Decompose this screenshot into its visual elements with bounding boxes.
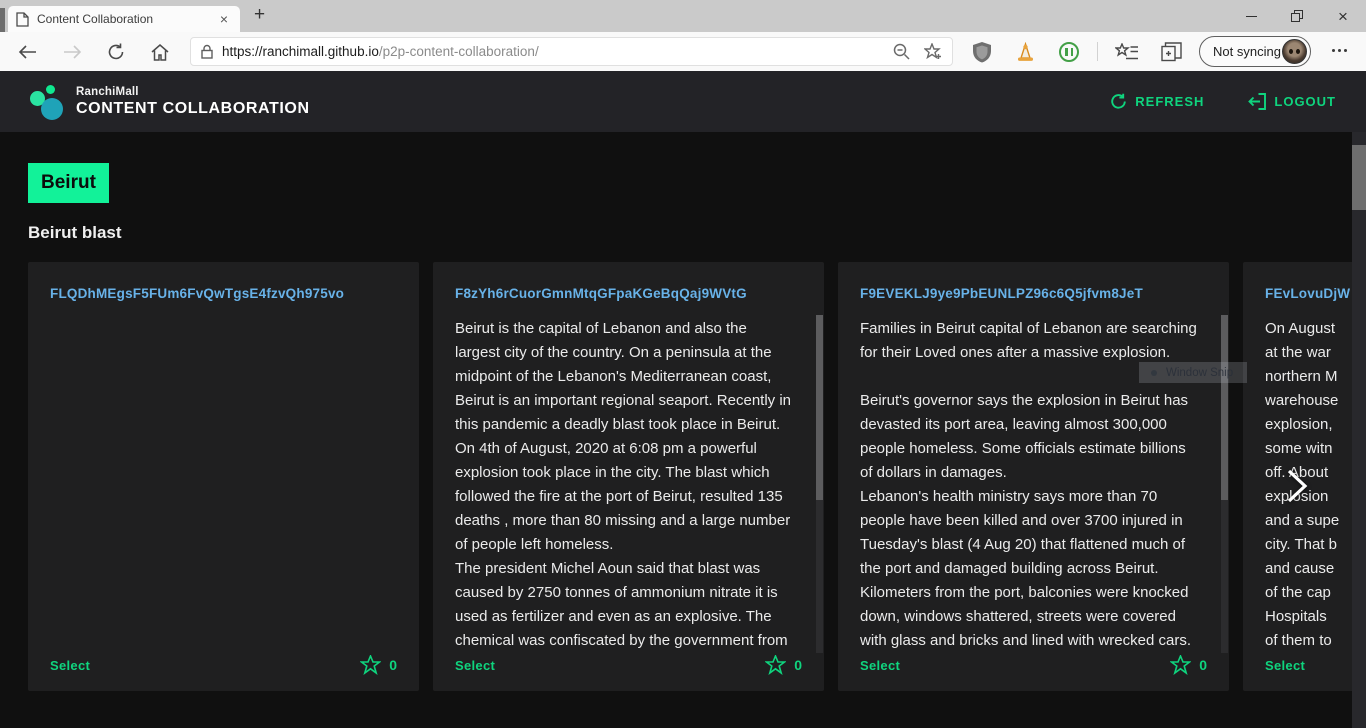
star-rating[interactable]: 0 [360,655,397,675]
address-bar[interactable]: https://ranchimall.github.io/p2p-content… [190,37,953,66]
profile-label: Not syncing [1213,44,1281,59]
refresh-button[interactable]: REFRESH [1110,93,1204,110]
topic-subtitle: Beirut blast [28,223,122,243]
restore-button[interactable] [1274,0,1320,32]
profile-avatar [1282,39,1307,64]
star-count: 0 [794,657,802,673]
topic-chip: Beirut [28,163,109,203]
minimize-button[interactable] [1228,0,1274,32]
new-tab-button[interactable]: + [254,4,265,26]
browser-toolbar: https://ranchimall.github.io/p2p-content… [0,32,1366,71]
content-id[interactable]: F8zYh6rCuorGmnMtqGFpaKGeBqQaj9WVtG [455,286,802,301]
extension-pause-icon[interactable] [1059,42,1079,62]
browser-tab[interactable]: Content Collaboration × [8,6,240,32]
page-content: RanchiMall CONTENT COLLABORATION REFRESH… [0,71,1366,728]
card-scrollbar[interactable] [816,315,823,653]
close-window-button[interactable]: × [1320,0,1366,32]
content-body[interactable]: On August at the war northern M warehous… [1265,317,1366,653]
refresh-icon [1110,93,1127,110]
collections-icon[interactable] [1159,40,1183,64]
card-scrollbar-thumb[interactable] [1221,315,1228,500]
card-footer: Select 0 [50,651,397,679]
url-host: https://ranchimall.github.io [222,44,379,59]
brand-name: RanchiMall [76,86,310,98]
page-scrollbar[interactable] [1352,132,1366,728]
profile-button[interactable]: Not syncing [1199,36,1311,67]
logout-label: LOGOUT [1274,94,1336,109]
star-count: 0 [389,657,397,673]
page-scrollbar-thumb[interactable] [1352,145,1366,210]
content-body[interactable]: Beirut is the capital of Lebanon and als… [455,317,795,653]
window-controls: × [1228,0,1366,32]
snip-label: Window Snip [1166,367,1233,379]
snip-dot-icon [1151,370,1157,376]
refresh-label: REFRESH [1135,94,1204,109]
window-snip-tooltip: Window Snip [1139,362,1247,383]
extension-orange-icon[interactable] [1013,40,1037,64]
star-icon [765,655,786,675]
select-button[interactable]: Select [455,658,495,673]
star-rating[interactable]: 0 [1170,655,1207,675]
window-edge [0,8,5,32]
star-rating[interactable]: 0 [765,655,802,675]
select-button[interactable]: Select [1265,658,1305,673]
carousel-next-icon[interactable] [1286,469,1308,503]
content-body [50,317,390,653]
tab-title: Content Collaboration [37,12,216,26]
star-icon [360,655,381,675]
page-title: CONTENT COLLABORATION [76,100,310,118]
select-button[interactable]: Select [50,658,90,673]
card-footer: Select 0 [860,651,1207,679]
zoom-out-icon[interactable] [893,43,910,60]
content-id[interactable]: FEvLovuDjW [1265,286,1366,301]
forward-button[interactable] [59,39,85,65]
brand-block: RanchiMall CONTENT COLLABORATION [76,86,310,118]
lock-icon [201,44,213,59]
card-scrollbar-thumb[interactable] [816,315,823,500]
content-card: F9EVEKLJ9ye9PbEUNLPZ96c6Q5jfvm8JeT Famil… [838,262,1229,691]
ranchimall-logo-icon [30,84,66,120]
select-button[interactable]: Select [860,658,900,673]
tab-close-icon[interactable]: × [216,11,232,27]
content-card: FLQDhMEgsF5FUm6FvQwTgsE4fzvQh975vo Selec… [28,262,419,691]
content-card: F8zYh6rCuorGmnMtqGFpaKGeBqQaj9WVtG Beiru… [433,262,824,691]
browser-menu-button[interactable] [1332,49,1347,52]
extension-ublock-icon[interactable] [970,40,994,64]
restore-icon [1291,10,1303,22]
toolbar-separator [1097,42,1098,61]
browser-titlebar: Content Collaboration × + × [0,0,1366,32]
card-footer: Select 0 [455,651,802,679]
header-actions: REFRESH LOGOUT [1110,71,1336,132]
content-id[interactable]: F9EVEKLJ9ye9PbEUNLPZ96c6Q5jfvm8JeT [860,286,1207,301]
refresh-page-button[interactable] [103,39,129,65]
url-text: https://ranchimall.github.io/p2p-content… [222,44,879,59]
back-button[interactable] [14,39,40,65]
card-list: FLQDhMEgsF5FUm6FvQwTgsE4fzvQh975vo Selec… [28,262,1366,691]
star-count: 0 [1199,657,1207,673]
logout-icon [1248,93,1266,110]
favorites-bar-icon[interactable] [1115,40,1139,64]
page-icon [16,12,29,27]
add-favorite-icon[interactable] [924,43,942,60]
url-path: /p2p-content-collaboration/ [379,44,539,59]
app-header: RanchiMall CONTENT COLLABORATION REFRESH… [0,71,1366,132]
star-icon [1170,655,1191,675]
content-id[interactable]: FLQDhMEgsF5FUm6FvQwTgsE4fzvQh975vo [50,286,397,301]
logout-button[interactable]: LOGOUT [1248,93,1336,110]
minimize-icon [1246,16,1257,17]
home-button[interactable] [147,39,173,65]
card-footer: Select 0 [1265,651,1366,679]
close-window-icon: × [1338,8,1348,25]
